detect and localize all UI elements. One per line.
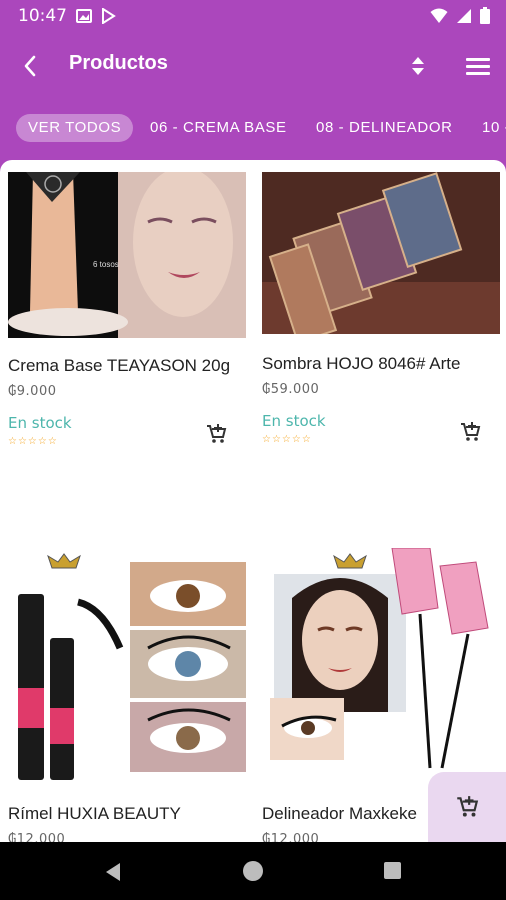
add-to-cart-button[interactable] [458, 420, 484, 446]
product-price: ₲9.000 [8, 384, 57, 399]
product-name: Rímel HUXIA BEAUTY [8, 804, 181, 823]
add-to-cart-icon [457, 796, 479, 817]
system-navigation-bar [0, 842, 506, 900]
app-bar: Productos [0, 32, 506, 100]
chip-crema-base[interactable]: 06 - CREMA BASE [150, 114, 287, 142]
nav-back-icon[interactable] [104, 862, 122, 882]
gallery-notification-icon [76, 9, 92, 23]
stock-status: En stock [8, 414, 72, 432]
product-image [8, 548, 246, 780]
product-card[interactable]: 6 tosos Crema Base TEAYASON 20g ₲9.000 E… [8, 172, 246, 472]
cart-fab-button[interactable] [428, 772, 506, 842]
product-price: ₲59.000 [262, 382, 320, 397]
rating-stars: ☆☆☆☆☆ [8, 436, 58, 447]
chip-ver-todos[interactable]: VER TODOS [16, 114, 134, 142]
sort-icon [412, 57, 424, 75]
menu-button[interactable] [462, 50, 494, 82]
chip-delineador[interactable]: 08 - DELINEADOR [316, 114, 453, 142]
back-button[interactable] [14, 50, 46, 82]
product-name: Crema Base TEAYASON 20g [8, 356, 231, 375]
back-arrow-icon [24, 55, 36, 77]
menu-icon [466, 58, 490, 75]
product-image [262, 172, 500, 334]
svg-text:6 tosos: 6 tosos [93, 260, 119, 269]
category-chip-row: VER TODOS 06 - CREMA BASE 08 - DELINEADO… [0, 112, 506, 148]
add-to-cart-icon [461, 422, 481, 441]
product-price: ₲12.000 [262, 832, 320, 842]
stock-status: En stock [262, 412, 326, 430]
wifi-icon [430, 8, 448, 23]
signal-icon [457, 8, 471, 23]
nav-home-button[interactable] [243, 861, 263, 881]
rating-stars: ☆☆☆☆☆ [262, 434, 312, 445]
product-card[interactable]: Sombra HOJO 8046# Arte ₲59.000 En stock … [262, 172, 500, 472]
page-title: Productos [69, 52, 168, 74]
chip-next-category[interactable]: 10 - [482, 114, 506, 142]
sort-button[interactable] [404, 52, 432, 80]
add-to-cart-icon [207, 424, 227, 443]
status-bar: 10:47 [0, 0, 506, 32]
product-name: Delineador Maxkeke [262, 804, 417, 823]
status-time: 10:47 [18, 6, 67, 26]
product-name: Sombra HOJO 8046# Arte [262, 354, 461, 373]
add-to-cart-button[interactable] [204, 422, 230, 448]
nav-recents-button[interactable] [384, 862, 401, 879]
product-grid: 6 tosos Crema Base TEAYASON 20g ₲9.000 E… [0, 160, 506, 842]
battery-icon [480, 7, 490, 24]
play-store-notification-icon [102, 8, 116, 24]
product-image: 6 tosos [8, 172, 246, 338]
product-price: ₲12.000 [8, 832, 66, 842]
product-card[interactable]: Rímel HUXIA BEAUTY ₲12.000 [8, 548, 246, 842]
product-image [262, 548, 500, 780]
